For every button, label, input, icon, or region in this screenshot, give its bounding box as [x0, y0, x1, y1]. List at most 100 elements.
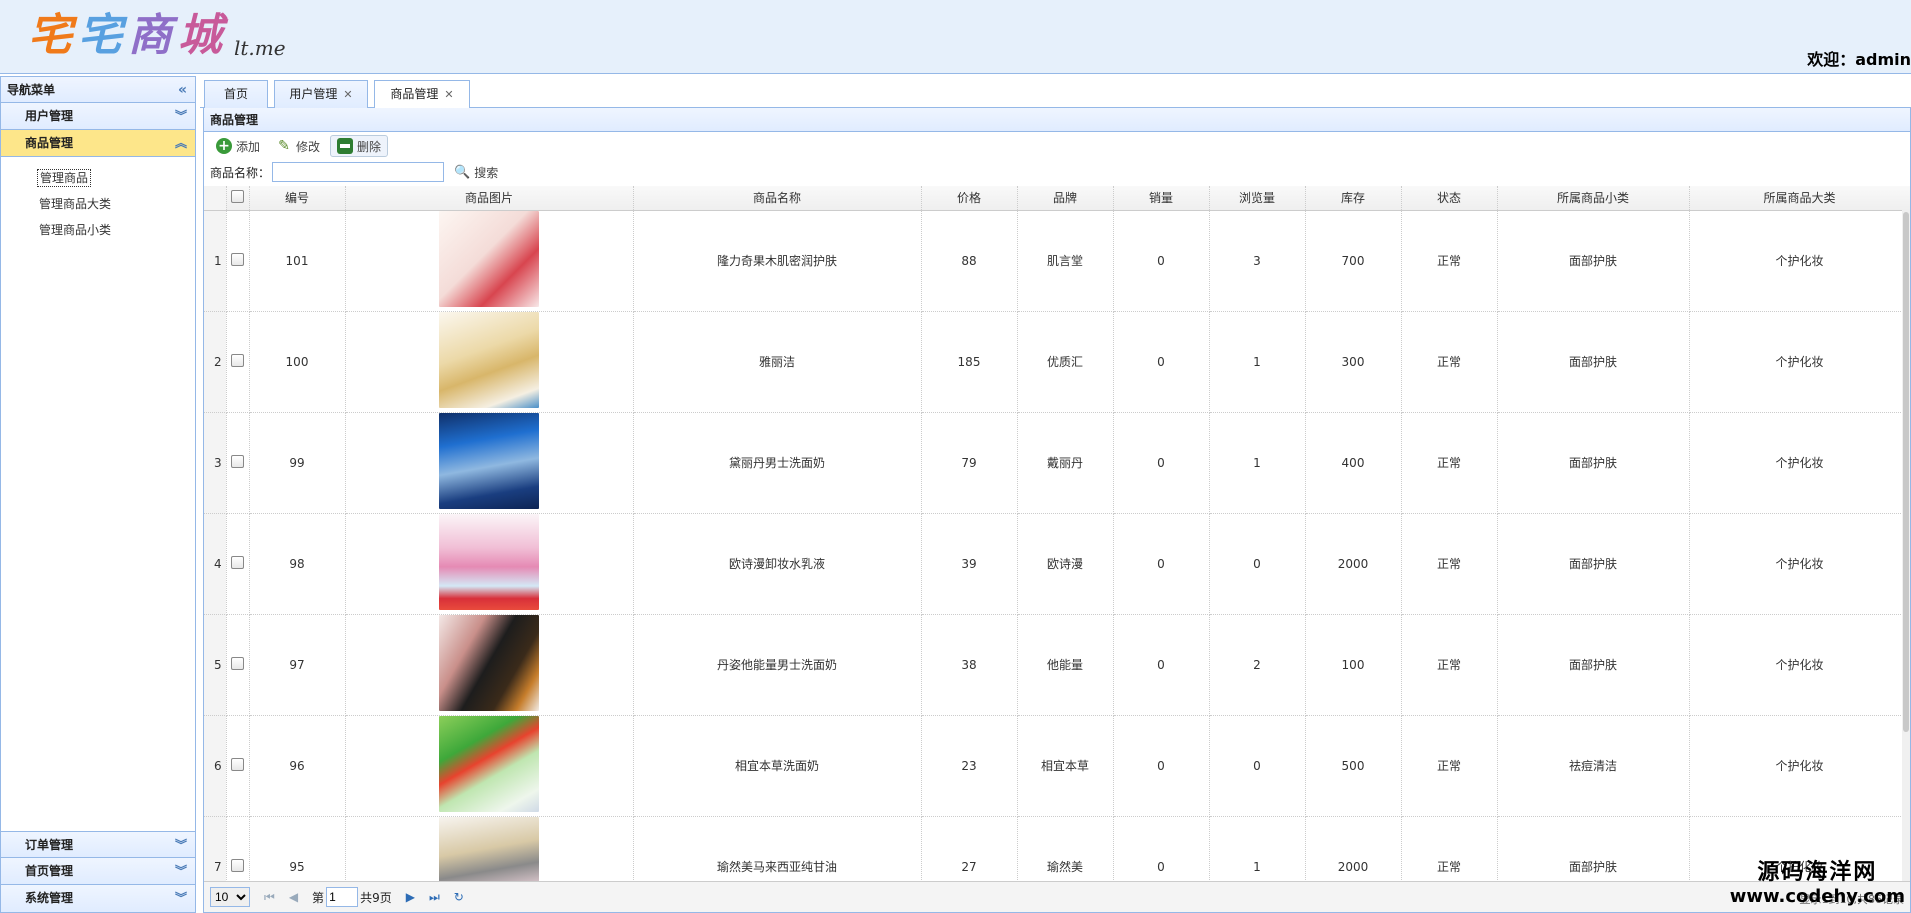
column-header[interactable]: 所属商品小类: [1497, 186, 1690, 211]
column-header[interactable]: 商品图片: [345, 186, 634, 211]
scrollbar-thumb[interactable]: [1903, 212, 1909, 732]
column-header[interactable]: 所属商品大类: [1689, 186, 1910, 211]
cell-name: 相宜本草洗面奶: [633, 715, 922, 817]
table-row[interactable]: 6 96 相宜本草洗面奶 23 相宜本草 0 0 500 正常 祛痘清洁 个护化…: [204, 715, 1910, 817]
nav-group-order-management[interactable]: 订单管理 ︾: [1, 831, 195, 858]
cell-id: 95: [249, 816, 346, 882]
nav-group-product-management[interactable]: 商品管理 ︽: [1, 130, 195, 157]
cell-name: 丹姿他能量男士洗面奶: [633, 614, 922, 716]
page-size-select[interactable]: 10: [210, 887, 250, 907]
cell-views: 1: [1209, 816, 1306, 882]
cell-price: 27: [921, 816, 1018, 882]
last-page-icon[interactable]: ⏭: [429, 890, 440, 905]
table-row[interactable]: 4 98 欧诗漫卸妆水乳液 39 欧诗漫 0 0 2000 正常 面部护肤 个护…: [204, 513, 1910, 615]
first-page-icon[interactable]: ⏮: [264, 890, 275, 905]
column-header[interactable]: 编号: [249, 186, 346, 211]
product-grid: 编号 商品图片 商品名称 价格 品牌 销量 浏览量 库存 状态 所属商品小类 所…: [204, 186, 1910, 882]
column-header[interactable]: 浏览量: [1209, 186, 1306, 211]
table-row[interactable]: 7 95 瑜然美马来西亚纯甘油 27 瑜然美 0 1 2000 正常 面部护肤 …: [204, 816, 1910, 882]
cell-big-category: 个护化妆: [1689, 816, 1910, 882]
next-page-icon[interactable]: ▶: [406, 890, 415, 904]
tree-item-manage-products[interactable]: 管理商品: [1, 165, 195, 191]
tab-user-management[interactable]: 用户管理 ✕: [274, 80, 368, 108]
row-number: 7: [204, 816, 227, 882]
cell-status: 正常: [1401, 614, 1498, 716]
row-checkbox[interactable]: [231, 656, 244, 670]
column-header[interactable]: 商品名称: [633, 186, 922, 211]
prev-page-icon[interactable]: ◀: [289, 890, 298, 904]
vertical-scrollbar[interactable]: [1902, 210, 1910, 882]
row-checkbox[interactable]: [231, 555, 244, 569]
cell-stock: 100: [1305, 614, 1402, 716]
select-all-checkbox[interactable]: [231, 189, 244, 203]
table-row[interactable]: 3 99 黛丽丹男士洗面奶 79 戴丽丹 0 1 400 正常 面部护肤 个护化…: [204, 412, 1910, 514]
cell-name: 瑜然美马来西亚纯甘油: [633, 816, 922, 882]
cell-big-category: 个护化妆: [1689, 311, 1910, 413]
product-image: [439, 413, 539, 509]
cell-brand: 他能量: [1017, 614, 1114, 716]
cell-small-category: 祛痘清洁: [1497, 715, 1690, 817]
cell-image: [345, 816, 634, 882]
search-button[interactable]: 🔍 搜索: [454, 164, 498, 181]
row-checkbox[interactable]: [231, 757, 244, 771]
chevron-down-icon: ︾: [174, 864, 187, 878]
plus-icon: +: [216, 138, 232, 154]
tab-home[interactable]: 首页: [204, 80, 268, 108]
column-header[interactable]: 品牌: [1017, 186, 1114, 211]
tab-bar: 首页 用户管理 ✕ 商品管理 ✕: [200, 76, 1911, 109]
edit-button[interactable]: ✎ 修改: [270, 135, 326, 157]
table-row[interactable]: 5 97 丹姿他能量男士洗面奶 38 他能量 0 2 100 正常 面部护肤 个…: [204, 614, 1910, 716]
toolbar: + 添加 ✎ 修改 删除: [204, 132, 1910, 160]
row-checkbox-cell: [226, 311, 250, 413]
product-image: [439, 615, 539, 711]
tree-item-manage-small-categories[interactable]: 管理商品小类: [1, 217, 195, 243]
welcome-text: 欢迎：admin: [1807, 50, 1911, 69]
nav-group-home-management[interactable]: 首页管理 ︾: [1, 858, 195, 885]
column-header[interactable]: 状态: [1401, 186, 1498, 211]
product-image: [439, 312, 539, 408]
cell-price: 39: [921, 513, 1018, 615]
row-number: 5: [204, 614, 227, 716]
row-checkbox-cell: [226, 412, 250, 514]
product-image: [439, 514, 539, 610]
nav-group-user-management[interactable]: 用户管理 ︾: [1, 103, 195, 130]
search-icon: 🔍: [454, 164, 471, 180]
cell-sales: 0: [1113, 412, 1210, 514]
cell-views: 3: [1209, 210, 1306, 312]
page-number-input[interactable]: [326, 887, 359, 907]
cell-id: 97: [249, 614, 346, 716]
cell-id: 100: [249, 311, 346, 413]
tree-item-manage-big-categories[interactable]: 管理商品大类: [1, 191, 195, 217]
row-checkbox[interactable]: [231, 353, 244, 367]
table-row[interactable]: 2 100 雅丽洁 185 优质汇 0 1 300 正常 面部护肤 个护化妆: [204, 311, 1910, 413]
refresh-icon[interactable]: ↻: [454, 890, 464, 904]
cell-sales: 0: [1113, 210, 1210, 312]
cell-image: [345, 412, 634, 514]
column-header[interactable]: 销量: [1113, 186, 1210, 211]
column-header[interactable]: 价格: [921, 186, 1018, 211]
product-name-input[interactable]: [272, 162, 445, 182]
row-checkbox[interactable]: [231, 252, 244, 266]
cell-big-category: 个护化妆: [1689, 715, 1910, 817]
cell-id: 99: [249, 412, 346, 514]
row-checkbox[interactable]: [231, 454, 244, 468]
add-button[interactable]: + 添加: [210, 135, 266, 157]
row-checkbox-cell: [226, 210, 250, 312]
logo-suffix: lt.me: [234, 36, 286, 60]
table-row[interactable]: 1 101 隆力奇果木肌密润护肤 88 肌言堂 0 3 700 正常 面部护肤 …: [204, 210, 1910, 312]
close-icon[interactable]: ✕: [444, 88, 453, 101]
row-checkbox[interactable]: [231, 858, 244, 872]
cell-brand: 相宜本草: [1017, 715, 1114, 817]
close-icon[interactable]: ✕: [343, 88, 352, 101]
tab-product-management[interactable]: 商品管理 ✕: [374, 80, 470, 109]
nav-group-system-management[interactable]: 系统管理 ︾: [1, 885, 195, 912]
cell-image: [345, 715, 634, 817]
cell-status: 正常: [1401, 412, 1498, 514]
collapse-left-icon[interactable]: «: [178, 77, 187, 103]
cell-stock: 2000: [1305, 513, 1402, 615]
row-checkbox-cell: [226, 816, 250, 882]
cell-image: [345, 513, 634, 615]
delete-button[interactable]: 删除: [330, 135, 389, 157]
pagination-bar: 10 ⏮ ◀ 第 共9页 ▶ ⏭ ↻ 显示1到10,共86记录: [204, 881, 1910, 912]
column-header[interactable]: 库存: [1305, 186, 1402, 211]
